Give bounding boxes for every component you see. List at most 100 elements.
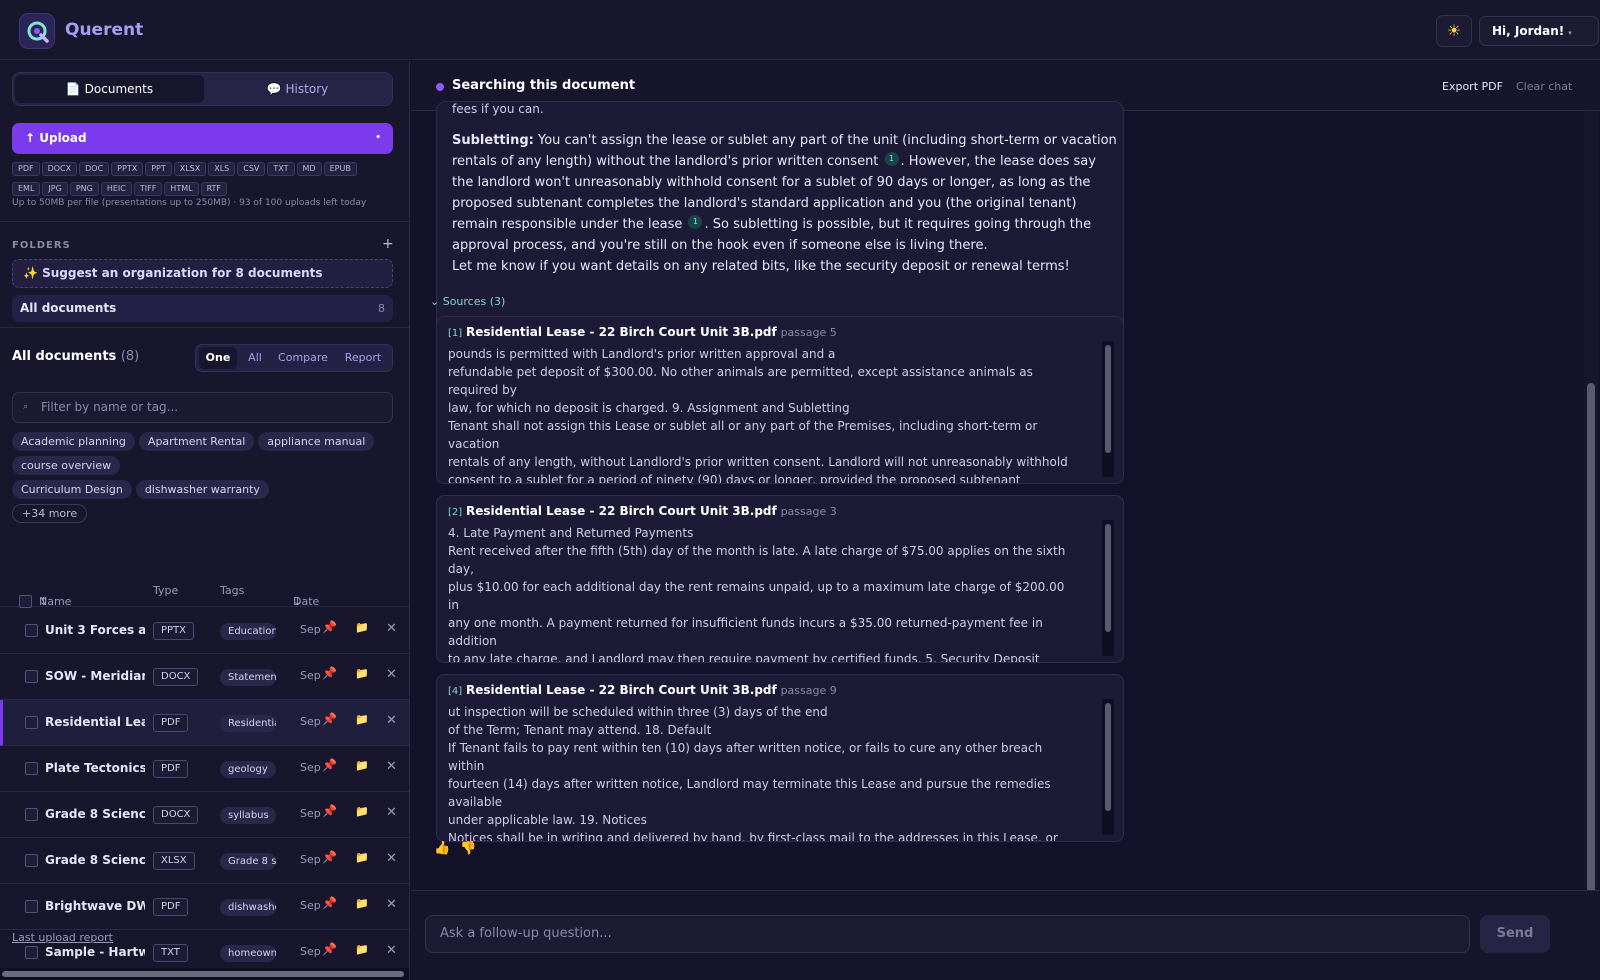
table-row[interactable]: Residential Leas... PDF Residential Sep📌 📁 ✕	[0, 700, 409, 746]
source-scrollbar[interactable]	[1102, 699, 1114, 835]
table-row[interactable]: Grade 8 Science... XLSX Grade 8 sc Sep📌 📁 ✕	[0, 838, 409, 884]
delete-icon[interactable]: ✕	[386, 943, 397, 958]
table-row[interactable]: Unit 3 Forces an... PPTX Education Sep📌 📁 ✕	[0, 608, 409, 654]
tag-chip[interactable]: dishwasher warranty	[135, 480, 269, 499]
row-checkbox[interactable]	[25, 900, 38, 913]
pin-icon[interactable]: 📌	[322, 850, 337, 864]
querent-logo-icon[interactable]	[19, 13, 55, 49]
folder-icon[interactable]: 📁	[355, 897, 369, 910]
tag-chip[interactable]: Academic planning	[12, 432, 135, 451]
row-checkbox[interactable]	[25, 762, 38, 775]
citation-badge[interactable]: 1	[688, 215, 703, 229]
row-checkbox[interactable]	[25, 808, 38, 821]
brand-name[interactable]: Querent	[65, 20, 143, 40]
thumbs-up-icon[interactable]: 👍	[434, 841, 450, 856]
horizontal-scrollbar[interactable]	[0, 968, 409, 980]
mode-one[interactable]: One	[199, 347, 237, 369]
add-folder-button[interactable]: +	[382, 236, 394, 252]
delete-icon[interactable]: ✕	[386, 713, 397, 728]
delete-icon[interactable]: ✕	[386, 759, 397, 774]
document-name[interactable]: SOW - Meridian ...	[45, 669, 145, 683]
document-name[interactable]: Brightwave DW-...	[45, 899, 145, 913]
folder-icon[interactable]: 📁	[355, 713, 369, 726]
user-menu-button[interactable]: Hi, Jordan! ▾	[1479, 16, 1599, 46]
tag-chip[interactable]: course overview	[12, 456, 121, 475]
row-tag[interactable]: Grade 8 sc	[220, 853, 276, 870]
mode-compare[interactable]: Compare	[273, 347, 333, 369]
pin-icon[interactable]: 📌	[322, 896, 337, 910]
suggest-organization-button[interactable]: ✨ Suggest an organization for 8 document…	[12, 259, 393, 288]
row-tag[interactable]: Statement	[220, 669, 276, 686]
scrollbar-thumb[interactable]	[2, 971, 404, 977]
pin-icon[interactable]: 📌	[322, 804, 337, 818]
source-file-name[interactable]: Residential Lease - 22 Birch Court Unit …	[466, 504, 777, 518]
table-row[interactable]: Grade 8 Science... DOCX syllabus Sep📌 📁 ✕	[0, 792, 409, 838]
clear-chat-button[interactable]: Clear chat	[1516, 80, 1572, 93]
follow-up-input[interactable]: Ask a follow-up question...	[425, 915, 1470, 953]
document-name[interactable]: Unit 3 Forces an...	[45, 623, 145, 637]
source-card[interactable]: [1] Residential Lease - 22 Birch Court U…	[436, 316, 1124, 484]
export-pdf-button[interactable]: Export PDF	[1442, 80, 1503, 93]
folder-icon[interactable]: 📁	[355, 667, 369, 680]
theme-toggle-button[interactable]: ☀	[1436, 15, 1472, 47]
thumbs-down-icon[interactable]: 👎	[460, 841, 476, 856]
more-tags-button[interactable]: +34 more	[12, 504, 88, 523]
folder-icon[interactable]: 📁	[355, 943, 369, 956]
pin-icon[interactable]: 📌	[322, 620, 337, 634]
document-name[interactable]: Plate Tectonics ...	[45, 761, 145, 775]
pin-icon[interactable]: 📌	[322, 758, 337, 772]
source-card[interactable]: [4] Residential Lease - 22 Birch Court U…	[436, 674, 1124, 842]
source-file-name[interactable]: Residential Lease - 22 Birch Court Unit …	[466, 683, 777, 697]
scrollbar-thumb[interactable]	[1105, 703, 1111, 811]
document-name[interactable]: Grade 8 Science...	[45, 807, 145, 821]
row-checkbox[interactable]	[25, 716, 38, 729]
document-name[interactable]: Residential Leas...	[45, 715, 145, 729]
source-scrollbar[interactable]	[1102, 341, 1114, 477]
delete-icon[interactable]: ✕	[386, 621, 397, 636]
row-tag[interactable]: homeowner	[220, 945, 276, 962]
delete-icon[interactable]: ✕	[386, 851, 397, 866]
scrollbar-thumb[interactable]	[1105, 524, 1111, 632]
tag-chip[interactable]: appliance manual	[258, 432, 375, 451]
scrollbar-thumb[interactable]	[1105, 345, 1111, 453]
tab-documents[interactable]: 📄 Documents	[15, 75, 204, 103]
delete-icon[interactable]: ✕	[386, 897, 397, 912]
column-type[interactable]: Type	[153, 584, 178, 597]
scrollbar-thumb[interactable]	[1587, 383, 1595, 973]
row-checkbox[interactable]	[25, 854, 38, 867]
tab-history[interactable]: 💬 History	[203, 75, 392, 103]
source-file-name[interactable]: Residential Lease - 22 Birch Court Unit …	[466, 325, 777, 339]
row-tag[interactable]: dishwasher	[220, 899, 276, 916]
row-checkbox[interactable]	[25, 946, 38, 959]
upload-button[interactable]: ↑ Upload •	[12, 123, 393, 154]
sources-toggle[interactable]: ⌄ Sources (3)	[430, 295, 505, 308]
tag-chip[interactable]: Apartment Rental	[138, 432, 255, 451]
column-tags[interactable]: Tags	[220, 584, 244, 597]
delete-icon[interactable]: ✕	[386, 667, 397, 682]
source-card[interactable]: [2] Residential Lease - 22 Birch Court U…	[436, 495, 1124, 663]
row-tag[interactable]: geology	[220, 761, 276, 778]
pin-icon[interactable]: 📌	[322, 666, 337, 680]
vertical-scrollbar[interactable]	[1584, 111, 1598, 978]
source-scrollbar[interactable]	[1102, 520, 1114, 656]
document-name[interactable]: Sample - Hartwe...	[45, 945, 145, 959]
mode-report[interactable]: Report	[337, 347, 389, 369]
citation-badge[interactable]: 1	[884, 152, 899, 166]
row-tag[interactable]: syllabus	[220, 807, 276, 824]
filter-input[interactable]: ⌕ Filter by name or tag...	[12, 392, 393, 423]
document-name[interactable]: Grade 8 Science...	[45, 853, 145, 867]
folder-icon[interactable]: 📁	[355, 851, 369, 864]
last-upload-report-link[interactable]: Last upload report	[12, 931, 113, 944]
table-row[interactable]: SOW - Meridian ... DOCX Statement Sep📌 📁 ✕	[0, 654, 409, 700]
folder-icon[interactable]: 📁	[355, 805, 369, 818]
upload-options-dot[interactable]: •	[375, 123, 381, 154]
tag-chip[interactable]: Curriculum Design	[12, 480, 132, 499]
mode-all[interactable]: All	[241, 347, 269, 369]
folder-all-documents[interactable]: All documents 8	[12, 295, 393, 322]
delete-icon[interactable]: ✕	[386, 805, 397, 820]
row-checkbox[interactable]	[25, 670, 38, 683]
table-row[interactable]: Brightwave DW-... PDF dishwasher Sep📌 📁 ✕	[0, 884, 409, 930]
row-checkbox[interactable]	[25, 624, 38, 637]
folder-icon[interactable]: 📁	[355, 621, 369, 634]
pin-icon[interactable]: 📌	[322, 942, 337, 956]
